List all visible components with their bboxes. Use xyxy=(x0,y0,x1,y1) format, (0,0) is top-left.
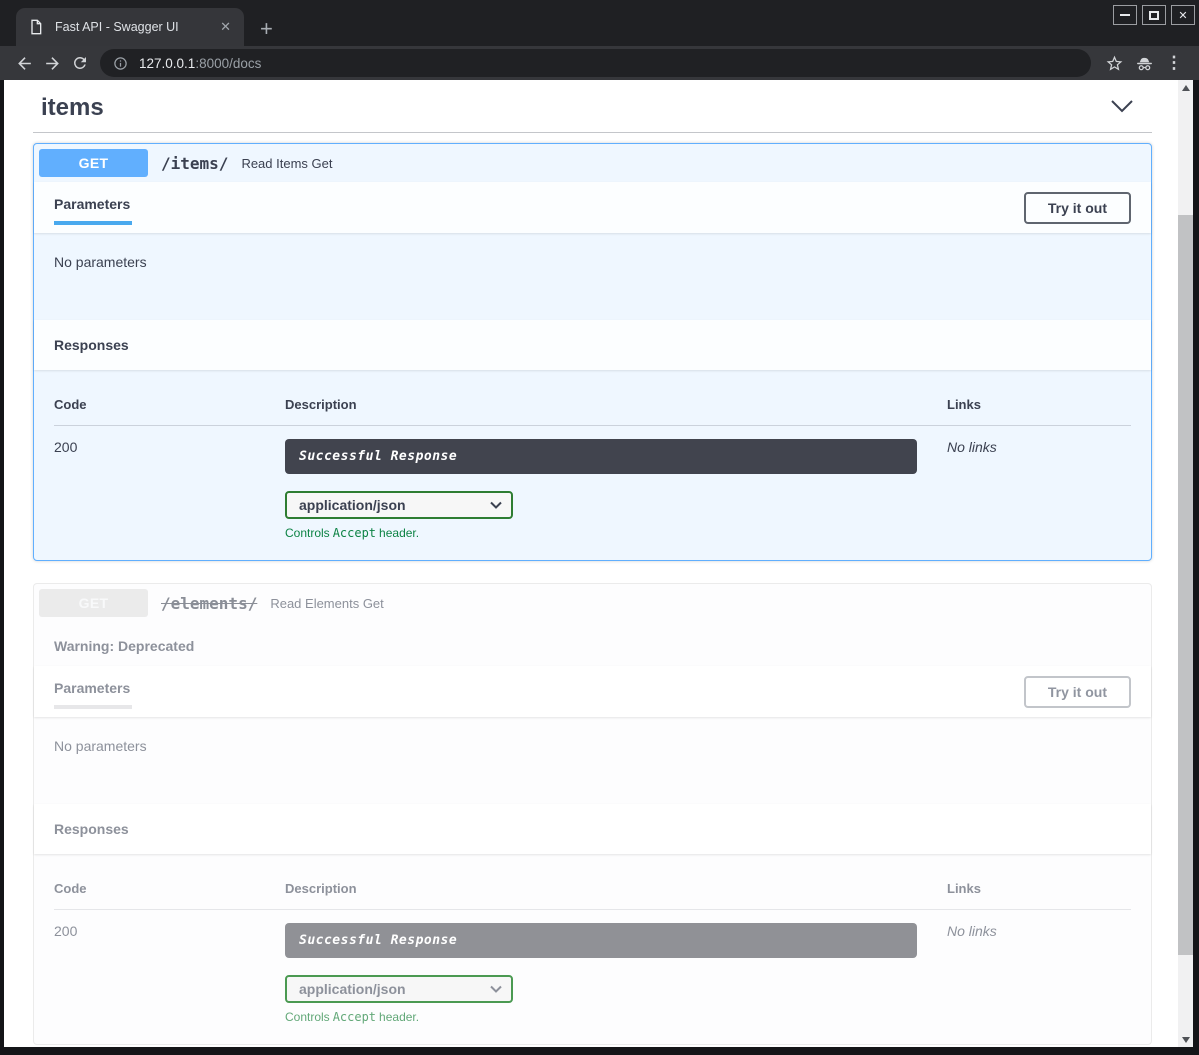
responses-table-header: Code Description Links xyxy=(54,871,1131,910)
reload-icon xyxy=(71,54,89,72)
star-icon xyxy=(1105,54,1124,73)
responses-table-header: Code Description Links xyxy=(54,387,1131,426)
column-header-description: Description xyxy=(285,881,947,896)
scroll-up-arrow-icon[interactable] xyxy=(1178,80,1193,95)
window-maximize-button[interactable] xyxy=(1142,5,1166,25)
tab-parameters[interactable]: Parameters xyxy=(54,674,132,709)
browser-toolbar: 127.0.0.1:8000/docs ⋮ xyxy=(0,46,1199,80)
document-icon xyxy=(28,19,44,35)
info-icon xyxy=(113,56,128,71)
response-code: 200 xyxy=(54,923,285,1024)
bookmark-star-button[interactable] xyxy=(1099,49,1129,77)
parameters-body: No parameters xyxy=(34,233,1151,320)
window-close-button[interactable]: ✕ xyxy=(1171,5,1195,25)
responses-section-header: Responses xyxy=(34,320,1151,370)
responses-title: Responses xyxy=(54,337,129,353)
opblock-path: /items/ xyxy=(161,154,228,173)
parameters-section-header: Parameters Try it out xyxy=(34,182,1151,233)
response-description-box: Successful Response xyxy=(285,923,917,958)
vertical-scrollbar[interactable] xyxy=(1178,80,1193,1047)
try-it-out-button[interactable]: Try it out xyxy=(1024,192,1131,224)
deprecated-warning: Warning: Deprecated xyxy=(34,622,1151,666)
tab-bar: Fast API - Swagger UI ✕ + ✕ xyxy=(0,0,1199,46)
tab-title: Fast API - Swagger UI xyxy=(55,20,217,34)
forward-icon xyxy=(43,54,62,73)
responses-table: Code Description Links 200 Successful Re… xyxy=(34,370,1151,560)
opblock-path: /elements/ xyxy=(161,594,257,613)
column-header-links: Links xyxy=(947,397,1131,412)
opblock-summary-description: Read Items Get xyxy=(241,156,332,171)
responses-section-header: Responses xyxy=(34,804,1151,854)
column-header-code: Code xyxy=(54,881,285,896)
forward-button[interactable] xyxy=(38,49,66,77)
browser-window: Fast API - Swagger UI ✕ + ✕ 127.0.0.1:80… xyxy=(0,0,1199,1055)
no-parameters-text: No parameters xyxy=(54,738,147,754)
opblock-summary[interactable]: GET /elements/ Read Elements Get xyxy=(34,584,1151,622)
url-host: 127.0.0.1 xyxy=(139,56,195,71)
opblock-summary-description: Read Elements Get xyxy=(270,596,383,611)
no-parameters-text: No parameters xyxy=(54,254,147,270)
tab-parameters[interactable]: Parameters xyxy=(54,190,132,225)
opblock-get-items: GET /items/ Read Items Get Parameters Tr… xyxy=(33,143,1152,561)
column-header-links: Links xyxy=(947,881,1131,896)
chevron-down-icon[interactable] xyxy=(1110,98,1134,119)
table-row: 200 Successful Response application/json… xyxy=(54,426,1131,540)
reload-button[interactable] xyxy=(66,49,94,77)
opblock-summary[interactable]: GET /items/ Read Items Get xyxy=(34,144,1151,182)
method-badge-get: GET xyxy=(39,149,148,177)
method-badge-get: GET xyxy=(39,589,148,617)
response-description-box: Successful Response xyxy=(285,439,917,474)
parameters-body: No parameters xyxy=(34,717,1151,804)
tab-close-icon[interactable]: ✕ xyxy=(217,19,234,35)
table-row: 200 Successful Response application/json… xyxy=(54,910,1131,1024)
opblock-get-elements-deprecated: GET /elements/ Read Elements Get Warning… xyxy=(33,583,1152,1045)
response-links: No links xyxy=(947,439,1131,540)
accept-header-note: ControlsAcceptheader. xyxy=(285,526,917,540)
maximize-icon xyxy=(1149,11,1159,20)
minimize-icon xyxy=(1120,14,1130,16)
responses-title: Responses xyxy=(54,821,129,837)
media-type-select[interactable]: application/json xyxy=(285,975,513,1003)
try-it-out-button[interactable]: Try it out xyxy=(1024,676,1131,708)
tag-section-header-items[interactable]: items xyxy=(33,86,1152,133)
menu-icon: ⋮ xyxy=(1166,53,1183,73)
column-header-description: Description xyxy=(285,397,947,412)
back-icon xyxy=(15,54,34,73)
url-path: :8000/docs xyxy=(195,56,261,71)
media-type-select-wrapper: application/json xyxy=(285,491,513,519)
parameters-section-header: Parameters Try it out xyxy=(34,666,1151,717)
swagger-ui-page: items GET /items/ Read Items Get Paramet… xyxy=(4,80,1178,1047)
window-minimize-button[interactable] xyxy=(1113,5,1137,25)
tag-title: items xyxy=(41,94,104,122)
response-links: No links xyxy=(947,923,1131,1024)
scrollbar-thumb[interactable] xyxy=(1178,215,1193,955)
browser-tab[interactable]: Fast API - Swagger UI ✕ xyxy=(16,8,244,46)
page-content: items GET /items/ Read Items Get Paramet… xyxy=(4,80,1193,1047)
browser-menu-button[interactable]: ⋮ xyxy=(1159,49,1189,77)
new-tab-icon[interactable]: + xyxy=(260,18,273,40)
back-button[interactable] xyxy=(10,49,38,77)
responses-table: Code Description Links 200 Successful Re… xyxy=(34,854,1151,1044)
response-description-cell: Successful Response application/json Con… xyxy=(285,439,947,540)
window-controls: ✕ xyxy=(1113,5,1195,25)
url-bar[interactable]: 127.0.0.1:8000/docs xyxy=(100,49,1091,77)
response-code: 200 xyxy=(54,439,285,540)
media-type-select[interactable]: application/json xyxy=(285,491,513,519)
incognito-icon xyxy=(1134,53,1155,74)
column-header-code: Code xyxy=(54,397,285,412)
incognito-indicator xyxy=(1129,49,1159,77)
accept-header-note: ControlsAcceptheader. xyxy=(285,1010,917,1024)
response-description-cell: Successful Response application/json Con… xyxy=(285,923,947,1024)
scroll-down-arrow-icon[interactable] xyxy=(1178,1032,1193,1047)
media-type-select-wrapper: application/json xyxy=(285,975,513,1003)
